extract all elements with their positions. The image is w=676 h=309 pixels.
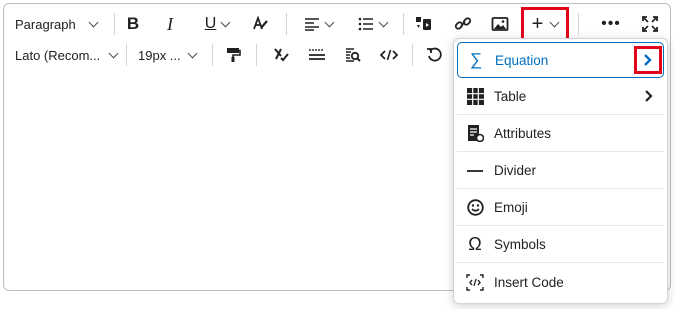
menu-item-attributes[interactable]: Attributes xyxy=(457,116,664,152)
fullscreen-button[interactable] xyxy=(636,9,664,39)
bold-button[interactable]: B xyxy=(119,9,147,39)
text-color-button[interactable] xyxy=(247,9,275,39)
chevron-down-icon xyxy=(378,17,388,27)
menu-item-label: Symbols xyxy=(494,237,546,252)
plus-icon: + xyxy=(531,12,544,35)
separator xyxy=(403,13,404,35)
fullscreen-icon xyxy=(642,16,658,32)
source-code-icon xyxy=(380,49,398,61)
submenu-arrow-button[interactable] xyxy=(634,46,662,74)
bold-icon: B xyxy=(126,14,140,33)
preview-button[interactable] xyxy=(338,40,368,70)
chevron-right-icon xyxy=(645,90,653,102)
menu-item-label: Table xyxy=(494,89,527,104)
menu-item-emoji[interactable]: Emoji xyxy=(457,190,664,226)
menu-item-label: Divider xyxy=(494,163,537,178)
menu-item-label: Equation xyxy=(495,52,549,68)
chevron-down-icon xyxy=(220,17,231,27)
table-icon xyxy=(463,85,487,109)
chevron-down-icon xyxy=(324,17,334,27)
font-family-label: Lato (Recom... xyxy=(15,47,101,63)
menu-item-divider[interactable]: Divider xyxy=(457,153,664,189)
font-size-label: 19px ... xyxy=(138,47,181,63)
font-size-select[interactable]: 19px ... xyxy=(134,40,204,70)
underline-icon: U xyxy=(204,15,217,32)
undo-icon xyxy=(427,47,442,62)
preview-icon xyxy=(346,48,361,62)
insert-image-button[interactable] xyxy=(485,9,515,39)
separator xyxy=(412,44,413,66)
omega-icon: Ω xyxy=(468,234,482,254)
menu-item-label: Insert Code xyxy=(494,274,564,290)
link-icon xyxy=(454,17,472,30)
chevron-down-icon xyxy=(549,17,560,27)
accessibility-checker-button[interactable] xyxy=(266,40,296,70)
menu-item-label: Emoji xyxy=(494,200,528,215)
sigma-icon: ∑ xyxy=(469,50,483,69)
italic-icon: I xyxy=(167,13,173,34)
source-code-button[interactable] xyxy=(374,40,404,70)
word-count-icon xyxy=(309,49,325,60)
menu-item-table[interactable]: Table xyxy=(457,79,664,115)
insert-link-button[interactable] xyxy=(448,9,478,39)
insert-stuff-icon xyxy=(416,17,431,30)
insert-menu-button[interactable]: + xyxy=(521,7,569,41)
list-button[interactable] xyxy=(350,9,394,39)
insert-stuff-button[interactable] xyxy=(409,9,439,39)
font-family-select[interactable]: Lato (Recom... xyxy=(12,40,120,70)
code-icon xyxy=(463,270,487,294)
insert-menu: ∑ Equation Table Attributes Divider Emoj… xyxy=(453,38,668,304)
chevron-down-icon xyxy=(108,48,119,58)
align-button[interactable] xyxy=(296,9,340,39)
paragraph-format-label: Paragraph xyxy=(15,16,76,32)
menu-item-equation[interactable]: ∑ Equation xyxy=(457,42,664,78)
image-icon xyxy=(491,17,509,31)
format-painter-button[interactable] xyxy=(218,40,248,70)
attributes-icon xyxy=(463,122,487,146)
separator xyxy=(578,13,579,35)
more-icon: ••• xyxy=(601,15,621,32)
menu-item-label: Attributes xyxy=(494,126,552,141)
separator xyxy=(126,44,127,66)
paint-roller-icon xyxy=(227,48,241,62)
separator xyxy=(256,44,257,66)
undo-button[interactable] xyxy=(420,40,448,70)
submenu-arrow-button[interactable] xyxy=(638,85,660,107)
text-color-icon xyxy=(253,16,268,30)
menu-item-insert-code[interactable]: Insert Code xyxy=(457,264,664,300)
underline-button[interactable]: U xyxy=(196,9,238,39)
separator xyxy=(286,13,287,35)
italic-button[interactable]: I xyxy=(156,9,184,39)
chevron-down-icon xyxy=(88,17,99,27)
word-count-button[interactable] xyxy=(302,40,332,70)
separator xyxy=(212,44,213,66)
menu-item-symbols[interactable]: Ω Symbols xyxy=(457,227,664,263)
emoji-icon xyxy=(463,196,487,220)
divider-icon xyxy=(463,159,487,183)
chevron-down-icon xyxy=(187,48,198,58)
paragraph-format-select[interactable]: Paragraph xyxy=(12,9,104,39)
bulleted-list-icon xyxy=(358,17,373,31)
separator xyxy=(114,13,115,35)
align-left-icon xyxy=(304,18,319,31)
more-actions-button[interactable]: ••• xyxy=(596,9,626,39)
chevron-right-icon xyxy=(644,54,652,66)
accessibility-check-icon xyxy=(274,48,289,62)
